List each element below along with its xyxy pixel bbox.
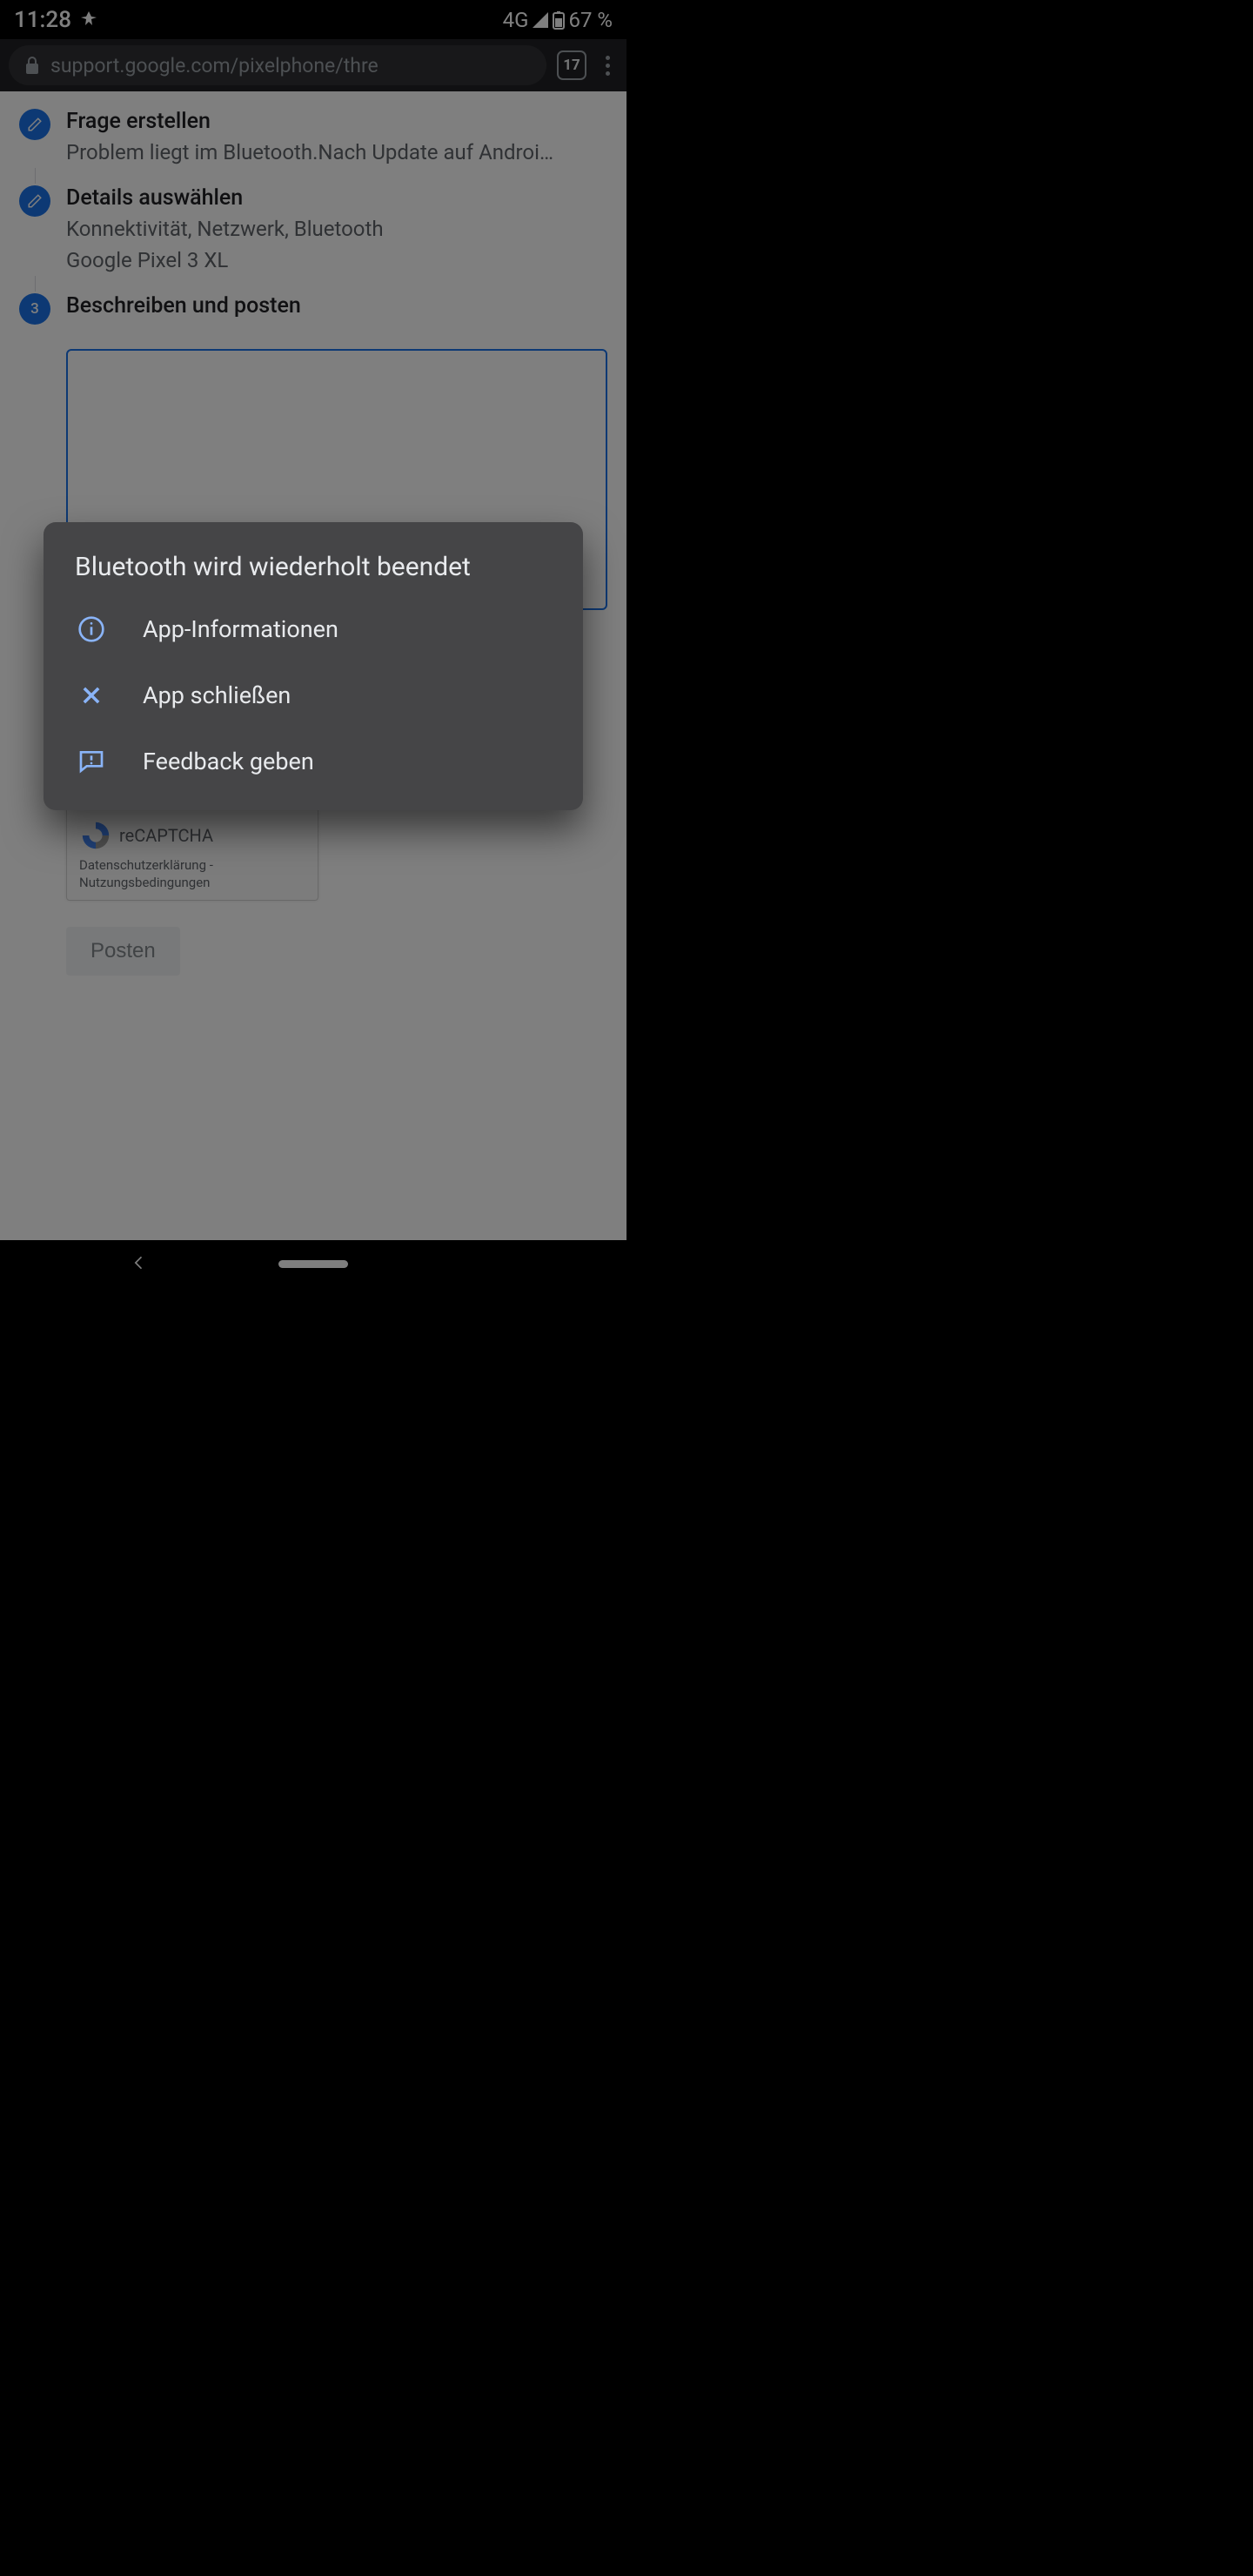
crash-dialog: Bluetooth wird wiederholt beendet App-In… [44,522,583,810]
feedback-icon [75,748,108,775]
dialog-title: Bluetooth wird wiederholt beendet [44,552,583,596]
feedback-label: Feedback geben [143,748,314,775]
close-app-button[interactable]: App schließen [44,662,583,728]
close-app-label: App schließen [143,681,291,709]
app-info-label: App-Informationen [143,615,338,643]
close-icon [75,683,108,708]
app-info-button[interactable]: App-Informationen [44,596,583,662]
info-icon [75,615,108,643]
feedback-button[interactable]: Feedback geben [44,728,583,795]
